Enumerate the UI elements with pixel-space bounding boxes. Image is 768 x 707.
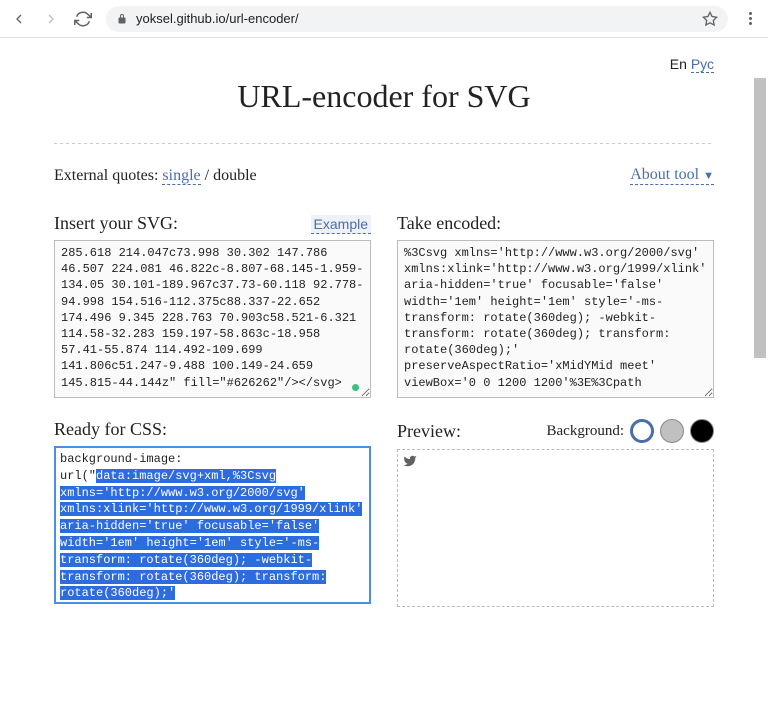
forward-button[interactable] xyxy=(42,10,60,28)
lang-ru[interactable]: Рус xyxy=(691,56,714,73)
svg-input[interactable] xyxy=(54,240,371,398)
divider xyxy=(54,143,714,144)
grammarly-icon xyxy=(352,384,359,391)
page-title: URL-encoder for SVG xyxy=(54,78,714,115)
ready-css-label: Ready for CSS: xyxy=(54,419,167,440)
quotes-double[interactable]: double xyxy=(213,167,257,184)
url-bar[interactable]: yoksel.github.io/url-encoder/ xyxy=(106,6,728,32)
browser-menu-button[interactable] xyxy=(742,12,758,25)
css-output[interactable]: background-image: url("data:image/svg+xm… xyxy=(54,446,371,604)
lock-icon xyxy=(116,13,128,25)
insert-svg-label: Insert your SVG: xyxy=(54,213,178,234)
language-switch: En Рус xyxy=(54,56,714,72)
url-text: yoksel.github.io/url-encoder/ xyxy=(136,11,299,26)
quotes-single[interactable]: single xyxy=(162,167,200,185)
bg-swatch-black[interactable] xyxy=(690,419,714,443)
example-link[interactable]: Example xyxy=(311,215,371,234)
lang-en[interactable]: En xyxy=(670,56,687,72)
take-encoded-label: Take encoded: xyxy=(397,213,501,234)
bookmark-star-icon[interactable] xyxy=(702,11,718,27)
back-button[interactable] xyxy=(10,10,28,28)
page-scrollbar[interactable] xyxy=(754,78,766,478)
reload-button[interactable] xyxy=(74,10,92,28)
twitter-bird-icon xyxy=(402,454,418,468)
bg-swatch-white[interactable] xyxy=(630,419,654,443)
preview-label: Preview: xyxy=(397,421,461,442)
preview-box xyxy=(397,449,714,607)
bg-swatch-silver[interactable] xyxy=(660,419,684,443)
quotes-option: External quotes: single / double xyxy=(54,167,257,185)
encoded-output[interactable] xyxy=(397,240,714,398)
about-tool-link[interactable]: About tool ▼ xyxy=(630,166,714,185)
